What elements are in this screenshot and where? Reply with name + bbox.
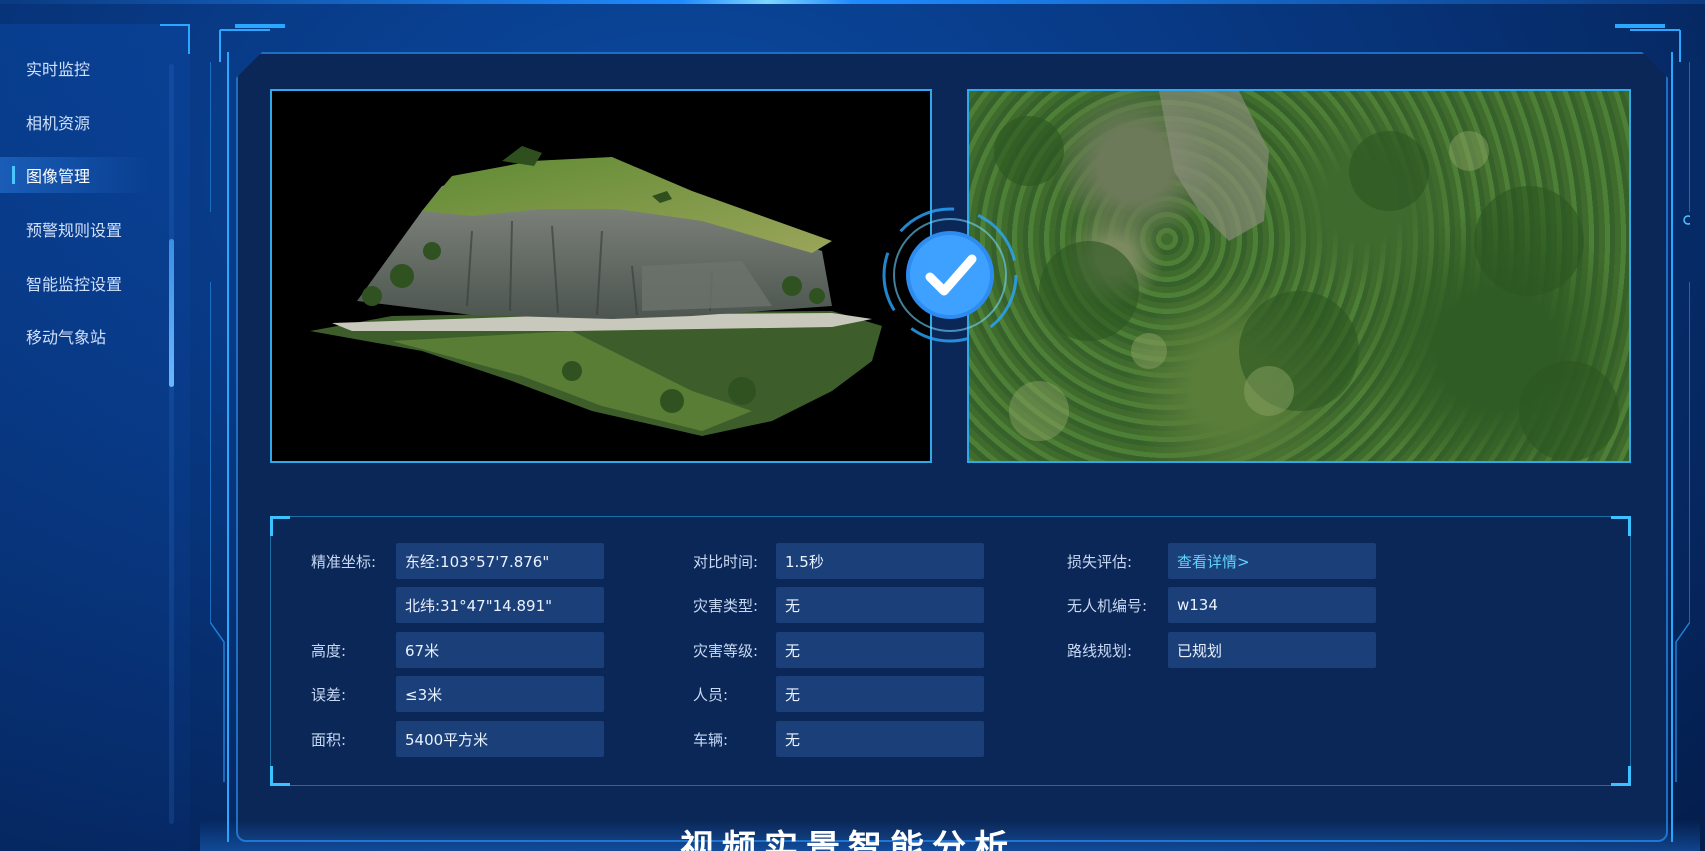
sidebar-item-label: 实时监控	[26, 60, 91, 79]
sidebar-item-label: 智能监控设置	[26, 275, 123, 294]
bottom-section-title: 视频实景智能分析	[680, 828, 1016, 851]
match-success-badge	[880, 205, 1020, 345]
3d-terrain-model-image[interactable]	[270, 89, 932, 463]
sidebar-item-realtime-monitor[interactable]: 实时监控	[0, 50, 150, 86]
sidebar	[0, 24, 190, 851]
sidebar-corner-decoration	[160, 24, 190, 54]
height-label: 高度:	[311, 641, 347, 660]
vehicle-value: 无	[776, 721, 984, 757]
terrain-illustration	[310, 146, 882, 436]
sidebar-scrollbar-thumb[interactable]	[169, 239, 174, 387]
corner-decoration	[1611, 516, 1631, 536]
route-planning-label: 路线规划:	[1067, 641, 1133, 660]
sidebar-item-image-management[interactable]: 图像管理	[0, 157, 150, 193]
personnel-value: 无	[776, 676, 984, 712]
sidebar-item-camera-resources[interactable]: 相机资源	[0, 104, 150, 140]
sidebar-scroll-track[interactable]	[169, 64, 174, 824]
disaster-level-label: 灾害等级:	[693, 641, 759, 660]
compare-time-label: 对比时间:	[693, 552, 759, 571]
corner-decoration	[1611, 766, 1631, 786]
drone-id-label: 无人机编号:	[1067, 596, 1148, 615]
sidebar-item-smart-monitor-settings[interactable]: 智能监控设置	[0, 265, 150, 301]
drone-id-value: w134	[1168, 587, 1376, 623]
area-label: 面积:	[311, 730, 347, 749]
sidebar-item-alert-rules[interactable]: 预警规则设置	[0, 211, 150, 247]
sidebar-item-weather-station[interactable]: 移动气象站	[0, 318, 150, 354]
error-label: 误差:	[311, 685, 347, 704]
area-value: 5400平方米	[396, 721, 604, 757]
sidebar-item-label: 移动气象站	[26, 328, 107, 347]
aerial-forest-image[interactable]	[967, 89, 1631, 463]
loss-assessment-label: 损失评估:	[1067, 552, 1133, 571]
loss-details-link[interactable]: 查看详情>	[1168, 543, 1376, 579]
height-value: 67米	[396, 632, 604, 668]
coord-lon-value: 东经:103°57'7.876"	[396, 543, 604, 579]
vehicle-label: 车辆:	[693, 730, 729, 749]
route-planning-value: 已规划	[1168, 632, 1376, 668]
error-value: ≤3米	[396, 676, 604, 712]
sidebar-item-label: 相机资源	[26, 114, 91, 133]
personnel-label: 人员:	[693, 685, 729, 704]
corner-decoration	[270, 516, 290, 536]
coord-lat-value: 北纬:31°47"14.891"	[396, 587, 604, 623]
disaster-type-value: 无	[776, 587, 984, 623]
sidebar-item-label: 图像管理	[26, 167, 91, 186]
corner-decoration	[270, 766, 290, 786]
top-accent-line	[0, 0, 1705, 4]
coord-label: 精准坐标:	[311, 552, 377, 571]
sidebar-item-label: 预警规则设置	[26, 221, 123, 240]
disaster-level-value: 无	[776, 632, 984, 668]
disaster-type-label: 灾害类型:	[693, 596, 759, 615]
forest-texture	[994, 91, 1619, 461]
compare-time-value: 1.5秒	[776, 543, 984, 579]
